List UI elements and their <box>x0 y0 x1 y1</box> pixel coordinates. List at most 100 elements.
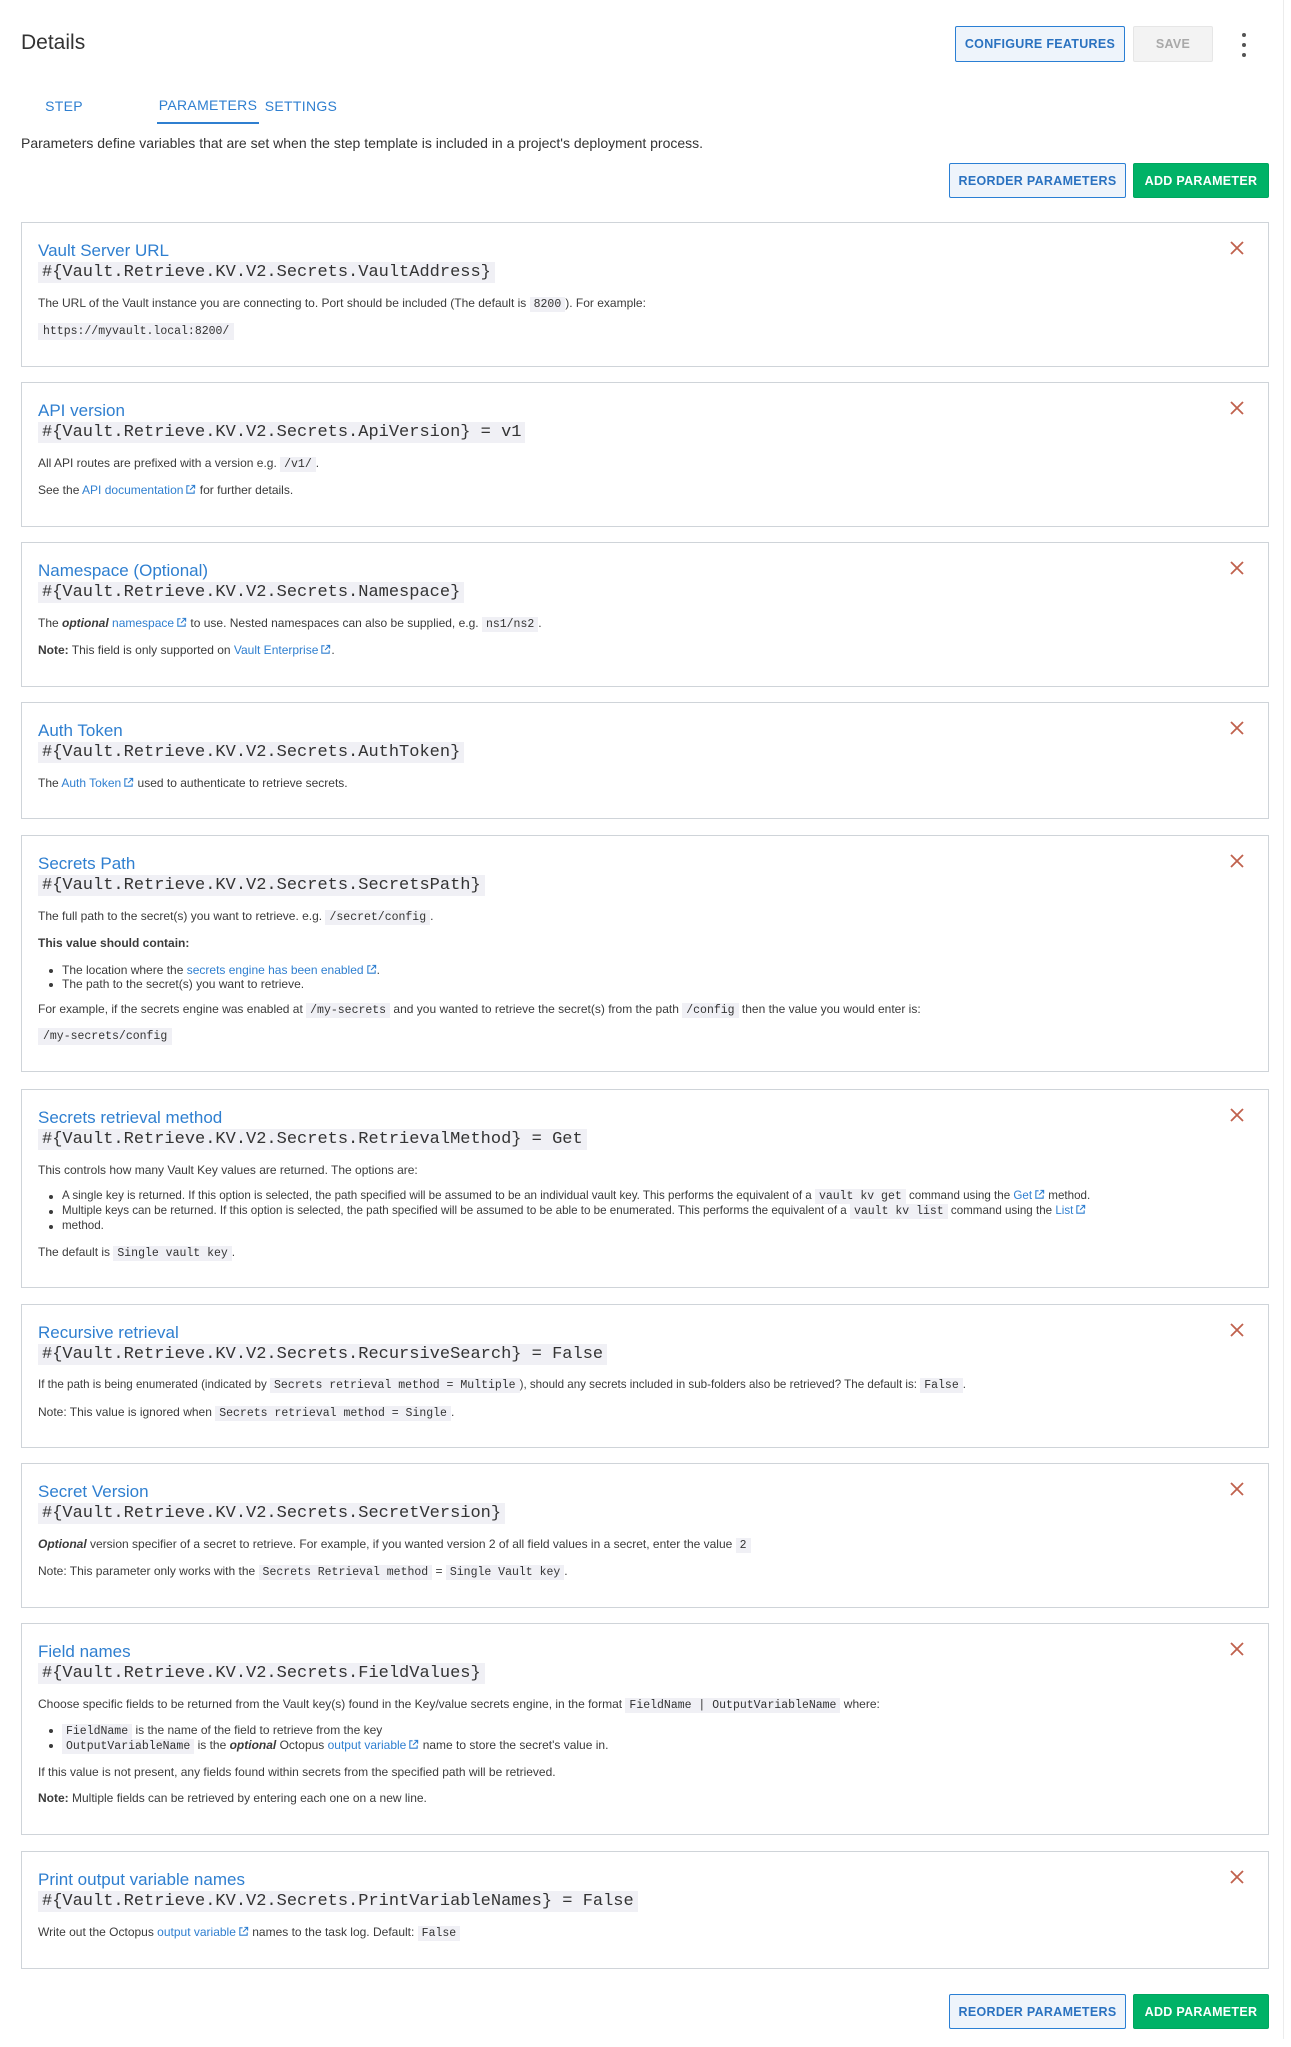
tab-parameters[interactable]: PARAMETERS <box>157 88 259 124</box>
parameter-card-secrets-retrieval-method: Secrets retrieval method #{Vault.Retriev… <box>21 1089 1269 1288</box>
desc-text: method. <box>62 1219 104 1232</box>
desc-text: See the <box>38 483 83 497</box>
desc-text: . <box>962 1378 966 1391</box>
close-icon[interactable] <box>1226 1319 1248 1341</box>
parameter-title: Secret Version <box>38 1482 149 1501</box>
parameter-card-field-names: Field names #{Vault.Retrieve.KV.V2.Secre… <box>21 1623 1269 1835</box>
list-method-link[interactable]: List <box>1055 1204 1073 1217</box>
get-method-link[interactable]: Get <box>1013 1189 1032 1202</box>
inline-code: False <box>417 1926 461 1941</box>
parameter-description: See the API documentation for further de… <box>38 483 293 498</box>
parameter-description: Write out the Octopus output variable na… <box>38 1925 461 1941</box>
list-item-continuation: method. <box>49 1219 104 1232</box>
close-icon[interactable] <box>1226 397 1248 419</box>
list-item: The path to the secret(s) you want to re… <box>48 977 305 991</box>
desc-text: is the <box>194 1738 230 1752</box>
desc-text: . <box>538 616 542 630</box>
parameter-title: API version <box>38 401 125 420</box>
inline-code: 8200 <box>529 297 566 312</box>
desc-text: Multiple keys can be returned. If this o… <box>62 1204 850 1217</box>
parameter-description: Optional version specifier of a secret t… <box>38 1537 751 1553</box>
parameter-title: Namespace (Optional) <box>38 561 209 580</box>
external-link-icon <box>176 617 187 631</box>
desc-text: Octopus <box>276 1738 328 1752</box>
close-icon[interactable] <box>1226 1638 1248 1660</box>
tab-settings[interactable]: SETTINGS <box>258 88 344 124</box>
add-parameter-button[interactable]: ADD PARAMETER <box>1133 163 1269 198</box>
bold-text: Note: <box>38 1791 69 1805</box>
add-parameter-button-bottom[interactable]: ADD PARAMETER <box>1133 1994 1269 2029</box>
configure-features-button[interactable]: CONFIGURE FEATURES <box>955 26 1125 62</box>
close-icon[interactable] <box>1226 557 1248 579</box>
parameter-title: Auth Token <box>38 721 123 740</box>
desc-text: ), should any secrets included in sub-fo… <box>519 1378 921 1391</box>
desc-text: Note: This parameter only works with the <box>38 1564 259 1578</box>
emphasis: optional <box>62 616 109 630</box>
namespace-link[interactable]: namespace <box>112 616 174 630</box>
bold-text: Note: <box>38 643 69 657</box>
secrets-engine-link[interactable]: secrets engine has been enabled <box>187 963 364 977</box>
parameter-card-api-version: API version #{Vault.Retrieve.KV.V2.Secre… <box>21 382 1269 527</box>
desc-text: where: <box>840 1697 880 1711</box>
external-link-icon <box>238 1926 249 1940</box>
parameter-title: Print output variable names <box>38 1870 245 1889</box>
desc-text: used to authenticate to retrieve secrets… <box>134 776 348 790</box>
desc-text: A single key is returned. If this option… <box>62 1189 815 1202</box>
vault-enterprise-link[interactable]: Vault Enterprise <box>234 643 319 657</box>
desc-text: . <box>376 963 380 977</box>
inline-code: Secrets Retrieval method <box>258 1565 433 1580</box>
inline-code: vault kv list <box>849 1204 948 1219</box>
save-button[interactable]: SAVE <box>1133 26 1213 62</box>
list-item: A single key is returned. If this option… <box>48 1189 1091 1204</box>
inline-code: /secret/config <box>325 910 431 925</box>
reorder-parameters-button-bottom[interactable]: REORDER PARAMETERS <box>949 1994 1126 2029</box>
parameter-card-print-output-variable-names: Print output variable names #{Vault.Retr… <box>21 1851 1269 1969</box>
example-code: https://myvault.local:8200/ <box>38 323 235 340</box>
parameter-title: Recursive retrieval <box>38 1323 179 1342</box>
desc-text: = <box>432 1564 446 1578</box>
output-variable-link[interactable]: output variable <box>328 1738 407 1752</box>
desc-text: version specifier of a secret to retriev… <box>86 1537 736 1551</box>
parameters-intro: Parameters define variables that are set… <box>21 135 704 151</box>
close-icon[interactable] <box>1226 1104 1248 1126</box>
desc-text: . <box>450 1405 455 1419</box>
reorder-parameters-button[interactable]: REORDER PARAMETERS <box>949 163 1126 198</box>
auth-token-link[interactable]: Auth Token <box>61 776 121 790</box>
inline-code: 2 <box>735 1538 751 1553</box>
api-documentation-link[interactable]: API documentation <box>82 483 183 497</box>
parameter-variable: #{Vault.Retrieve.KV.V2.Secrets.Recursive… <box>38 1344 608 1365</box>
external-link-icon <box>366 964 377 978</box>
parameter-card-recursive-retrieval: Recursive retrieval #{Vault.Retrieve.KV.… <box>21 1304 1269 1448</box>
parameter-description: This value should contain: <box>38 936 189 950</box>
parameter-variable: #{Vault.Retrieve.KV.V2.Secrets.SecretsPa… <box>38 875 485 896</box>
inline-code: /my-secrets <box>306 1003 391 1018</box>
parameter-card-vault-server-url: Vault Server URL #{Vault.Retrieve.KV.V2.… <box>21 222 1269 367</box>
close-icon[interactable] <box>1226 850 1248 872</box>
parameter-title: Vault Server URL <box>38 241 170 260</box>
inline-code: False <box>920 1378 963 1393</box>
desc-text: This field is only supported on <box>68 643 234 657</box>
parameter-card-secrets-path: Secrets Path #{Vault.Retrieve.KV.V2.Secr… <box>21 835 1269 1072</box>
parameter-description: Note: Multiple fields can be retrieved b… <box>38 1791 427 1805</box>
desc-text: The location where the <box>62 963 187 977</box>
desc-text: method. <box>1045 1189 1091 1202</box>
output-variable-link[interactable]: output variable <box>157 1925 236 1939</box>
inline-code: /config <box>682 1003 739 1018</box>
parameter-description: Choose specific fields to be returned fr… <box>38 1697 880 1713</box>
kebab-menu-icon[interactable] <box>1236 33 1252 57</box>
close-icon[interactable] <box>1226 1478 1248 1500</box>
close-icon[interactable] <box>1226 237 1248 259</box>
close-icon[interactable] <box>1226 1866 1248 1888</box>
parameter-variable: #{Vault.Retrieve.KV.V2.Secrets.FieldValu… <box>38 1663 485 1684</box>
inline-code: Secrets retrieval method = Multiple <box>270 1378 520 1393</box>
parameter-title: Field names <box>38 1642 131 1661</box>
inline-code: Secrets retrieval method = Single <box>215 1406 451 1421</box>
close-icon[interactable] <box>1226 717 1248 739</box>
tab-step[interactable]: STEP <box>33 88 95 124</box>
emphasis: optional <box>229 1738 277 1752</box>
desc-text: Write out the Octopus <box>38 1925 158 1939</box>
parameter-description: The default is Single vault key. <box>38 1245 235 1261</box>
inline-code: FieldName | OutputVariableName <box>625 1698 841 1713</box>
desc-text: . <box>564 1564 568 1578</box>
parameter-description: For example, if the secrets engine was e… <box>38 1002 921 1018</box>
